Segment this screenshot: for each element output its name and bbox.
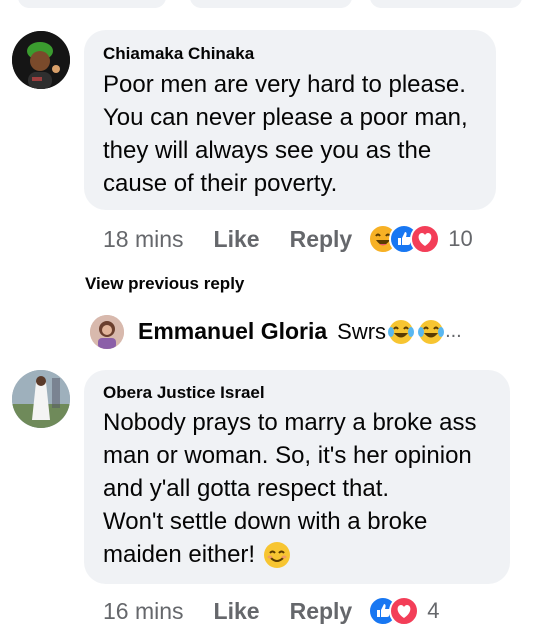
comment-line: man or woman. So, it's her opinion: [103, 442, 472, 469]
reply-preview[interactable]: Emmanuel Gloria Swrs ...: [138, 318, 462, 345]
comment-bubble[interactable]: Chiamaka Chinaka Poor men are very hard …: [84, 30, 496, 210]
comment-line: Won't settle down with a broke: [103, 508, 428, 535]
avatar-image: [12, 370, 70, 428]
laughing-crying-emoji-icon: [388, 319, 415, 345]
comment-line: Poor men are very hard to please.: [103, 71, 466, 98]
reply-author[interactable]: Emmanuel Gloria: [138, 318, 327, 345]
reaction-count[interactable]: 10: [448, 226, 472, 252]
reaction-count[interactable]: 4: [427, 598, 439, 624]
previous-item-pill: [190, 0, 352, 8]
comment-line: maiden either!: [103, 541, 256, 568]
comment-line: they will always see you as the: [103, 137, 432, 164]
comment-text: Nobody prays to marry a broke ass man or…: [103, 406, 477, 571]
comment-line: You can never please a poor man,: [103, 104, 468, 131]
previous-item-pill: [18, 0, 166, 8]
laughing-crying-emoji-icon: [418, 319, 445, 345]
comment-line-with-emoji: maiden either!: [103, 538, 477, 571]
comment-bubble[interactable]: Obera Justice Israel Nobody prays to mar…: [84, 370, 510, 584]
like-button[interactable]: Like: [214, 598, 260, 625]
avatar[interactable]: [12, 370, 70, 428]
comment-line: Nobody prays to marry a broke ass: [103, 409, 477, 436]
avatar[interactable]: [12, 31, 70, 89]
reactions-summary[interactable]: [368, 596, 420, 626]
reply-text: Swrs: [337, 318, 387, 344]
love-icon: [389, 596, 420, 626]
like-button[interactable]: Like: [214, 226, 260, 253]
reply-button[interactable]: Reply: [290, 226, 353, 253]
previous-item-pill: [370, 0, 522, 8]
reactions-summary[interactable]: [368, 224, 441, 254]
comment-actions: 16 mins Like Reply 4: [103, 596, 439, 626]
reply-button[interactable]: Reply: [290, 598, 353, 625]
smiling-emoji-icon: [263, 541, 291, 569]
comment-time[interactable]: 18 mins: [103, 226, 184, 253]
comment-line: and y'all gotta respect that.: [103, 475, 390, 502]
avatar-image: [12, 31, 70, 89]
love-icon: [410, 224, 441, 254]
reply-ellipsis: ...: [445, 320, 462, 342]
comment-time[interactable]: 16 mins: [103, 598, 184, 625]
view-previous-reply-link[interactable]: View previous reply: [85, 274, 244, 294]
comment-author[interactable]: Obera Justice Israel: [103, 383, 265, 403]
comment-text: Poor men are very hard to please. You ca…: [103, 68, 468, 200]
reply-avatar-image: [90, 315, 124, 349]
comment-author[interactable]: Chiamaka Chinaka: [103, 44, 254, 64]
reply-avatar[interactable]: [90, 315, 124, 349]
comment-line: cause of their poverty.: [103, 170, 338, 197]
comment-actions: 18 mins Like Reply 10: [103, 224, 473, 254]
